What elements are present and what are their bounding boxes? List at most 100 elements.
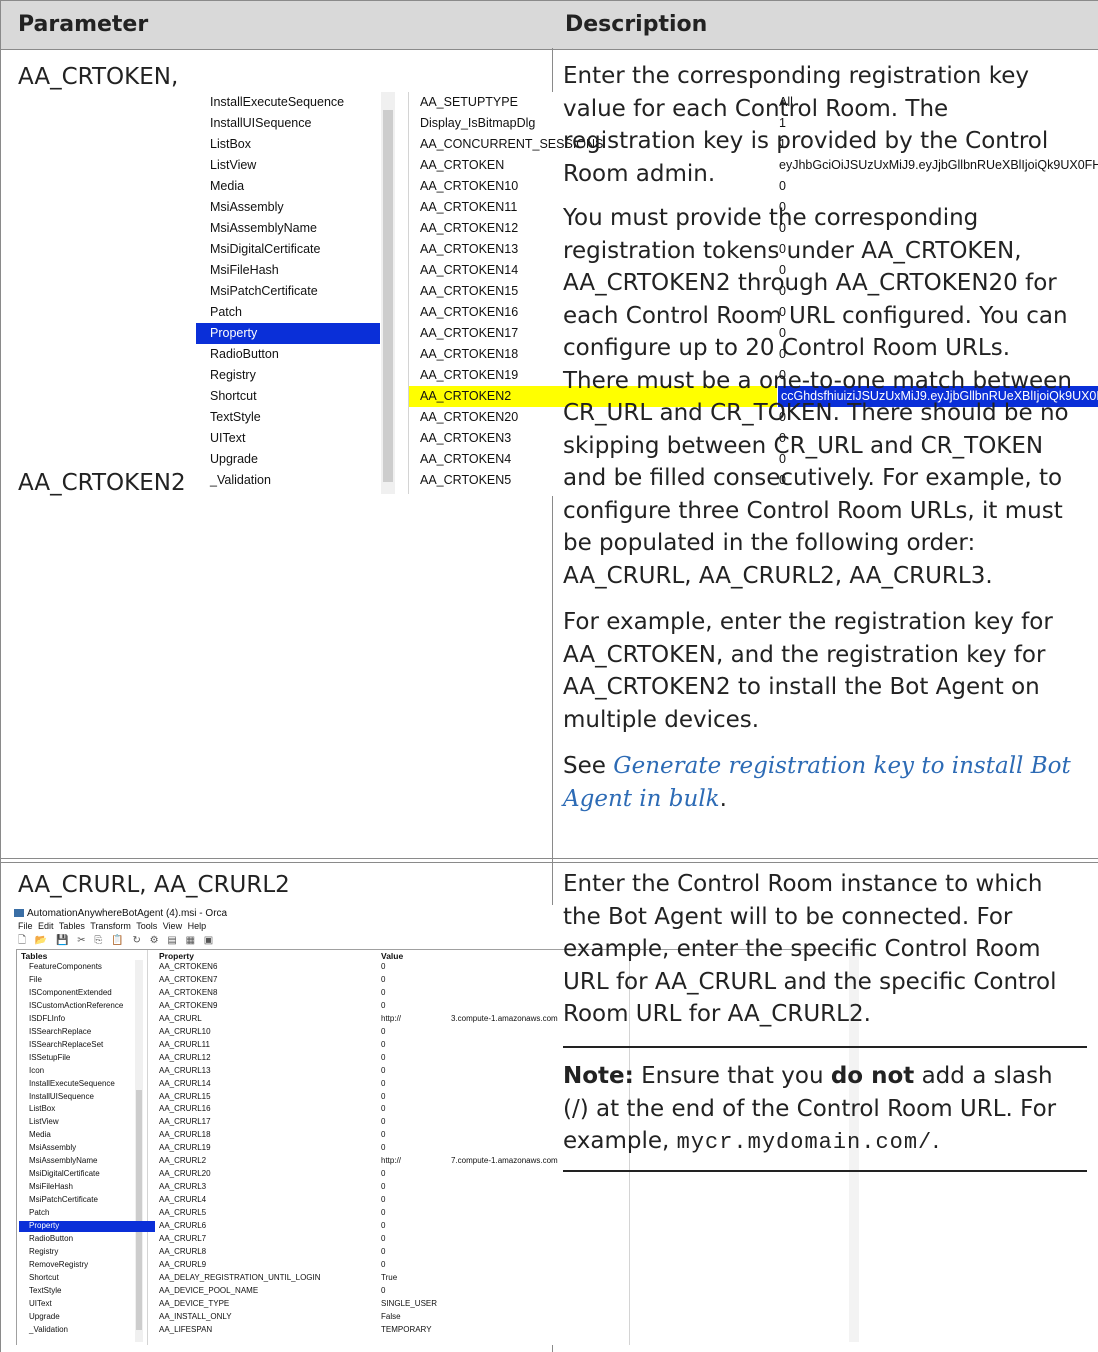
table-item[interactable]: Property: [19, 1221, 155, 1232]
property-name: AA_LIFESPAN: [159, 1324, 213, 1334]
table-item[interactable]: _Validation: [196, 470, 380, 491]
registration-key-link[interactable]: Generate registration key to install Bot…: [563, 753, 1071, 812]
property-value: 0: [381, 1000, 386, 1010]
property-name: AA_CRURL14: [159, 1078, 211, 1088]
table-item[interactable]: MsiDigitalCertificate: [19, 1169, 155, 1180]
table-item[interactable]: UIText: [196, 428, 380, 449]
property-name: AA_CRTOKEN6: [159, 962, 218, 971]
property-row[interactable]: AA_LIFESPAN TEMPORARY: [159, 1325, 859, 1336]
toolbar-icons[interactable]: 🗋 📂 💾 ✂ ⎘ 📋 ↻ ⚙ ▤ ▦ ▣: [18, 933, 216, 947]
desc-paragraph-1: Enter the corresponding registration key…: [563, 63, 1049, 187]
table-item[interactable]: TextStyle: [19, 1286, 155, 1297]
table-item[interactable]: File: [19, 975, 155, 986]
property-name: AA_CRTOKEN3: [420, 431, 512, 445]
property-value-host: 3.compute-1.amazonaws.com: [451, 1013, 558, 1023]
table-item[interactable]: RadioButton: [19, 1234, 155, 1245]
property-value: 0: [381, 1169, 386, 1179]
table-item[interactable]: Media: [19, 1130, 155, 1141]
table-item[interactable]: MsiAssemblyName: [196, 218, 380, 239]
property-name: AA_CRTOKEN5: [420, 473, 512, 487]
property-name: AA_CRURL13: [159, 1065, 211, 1075]
param-aa-crtoken: AA_CRTOKEN,: [18, 64, 179, 90]
property-row[interactable]: AA_CRURL4 0: [159, 1195, 859, 1206]
property-name: AA_CRTOKEN11: [420, 200, 518, 214]
table-item[interactable]: UIText: [19, 1299, 155, 1310]
table-item[interactable]: ListBox: [19, 1104, 155, 1115]
table-item[interactable]: ISCustomActionReference: [19, 1001, 155, 1012]
property-name: AA_CRURL3: [159, 1182, 207, 1192]
property-value-host: 7.compute-1.amazonaws.com: [451, 1156, 558, 1166]
property-value: 0: [381, 1195, 386, 1205]
property-value: 0: [381, 1221, 386, 1230]
desc-crurl-paragraph: Enter the Control Room instance to which…: [563, 871, 1057, 1027]
property-name: AA_CRURL15: [159, 1091, 211, 1101]
table-item[interactable]: MsiPatchCertificate: [196, 281, 380, 302]
table-item[interactable]: Property: [196, 323, 380, 344]
table-item[interactable]: MsiAssembly: [19, 1143, 155, 1154]
property-value: 0: [381, 1052, 386, 1062]
property-name: AA_INSTALL_ONLY: [159, 1311, 232, 1321]
property-name: AA_CRTOKEN18: [420, 347, 519, 361]
table-item[interactable]: MsiFileHash: [19, 1182, 155, 1193]
table-item[interactable]: ISSearchReplaceSet: [19, 1040, 155, 1051]
property-value: SINGLE_USER: [381, 1298, 438, 1308]
table-item[interactable]: ListView: [196, 155, 380, 176]
property-name: AA_CRURL11: [159, 1039, 210, 1049]
property-value: 0: [381, 1259, 386, 1269]
table-item[interactable]: Media: [196, 176, 380, 197]
property-name: AA_CRURL9: [159, 1259, 207, 1269]
property-row[interactable]: AA_CRURL3 0: [159, 1182, 859, 1193]
table-item[interactable]: InstallUISequence: [196, 113, 380, 134]
table-item[interactable]: MsiDigitalCertificate: [196, 239, 380, 260]
table-item[interactable]: MsiAssemblyName: [19, 1156, 155, 1167]
property-row[interactable]: AA_CRURL7 0: [159, 1234, 859, 1245]
table-item[interactable]: RemoveRegistry: [19, 1260, 155, 1271]
table-item[interactable]: MsiPatchCertificate: [19, 1195, 155, 1206]
property-name: AA_CRTOKEN10: [420, 179, 519, 193]
description-crurl: Enter the Control Room instance to which…: [563, 868, 1083, 1031]
table-item[interactable]: Shortcut: [19, 1273, 155, 1284]
table-item[interactable]: Patch: [196, 302, 380, 323]
table-item[interactable]: TextStyle: [196, 407, 380, 428]
property-row[interactable]: AA_CRURL9 0: [159, 1260, 859, 1271]
table-item[interactable]: ListBox: [196, 134, 380, 155]
desc-paragraph-2: You must provide the corresponding regis…: [563, 205, 1072, 589]
table-item[interactable]: InstallExecuteSequence: [196, 92, 380, 113]
property-row[interactable]: AA_DEVICE_POOL_NAME 0: [159, 1286, 859, 1297]
table-item[interactable]: MsiFileHash: [196, 260, 380, 281]
property-value: http://: [381, 1013, 402, 1023]
property-row[interactable]: AA_INSTALL_ONLY False: [159, 1312, 859, 1323]
property-name: AA_CRTOKEN17: [420, 326, 519, 340]
table-item[interactable]: Icon: [19, 1066, 155, 1077]
table-item[interactable]: ISSearchReplace: [19, 1027, 155, 1038]
menu-bar[interactable]: File Edit Tables Transform Tools View He…: [18, 921, 206, 931]
table-item[interactable]: FeatureComponents: [19, 962, 155, 973]
property-value: http://: [381, 1156, 402, 1166]
property-name: AA_CRURL20: [159, 1169, 211, 1179]
table-item[interactable]: InstallExecuteSequence: [19, 1079, 155, 1090]
see-prefix: See: [563, 753, 614, 779]
table-item[interactable]: Registry: [196, 365, 380, 386]
property-row[interactable]: AA_CRURL8 0: [159, 1247, 859, 1258]
table-item[interactable]: ISDFLInfo: [19, 1014, 155, 1025]
property-row[interactable]: AA_DEVICE_TYPE SINGLE_USER: [159, 1299, 859, 1310]
property-row[interactable]: AA_DELAY_REGISTRATION_UNTIL_LOGIN True: [159, 1273, 859, 1284]
table-item[interactable]: Upgrade: [19, 1312, 155, 1323]
property-name: AA_CRURL4: [159, 1195, 207, 1205]
property-row[interactable]: AA_CRURL6 0: [159, 1221, 859, 1232]
table-item[interactable]: ISSetupFile: [19, 1053, 155, 1064]
table-item[interactable]: Registry: [19, 1247, 155, 1258]
table-item[interactable]: Patch: [19, 1208, 155, 1219]
row-divider-2: [0, 862, 1098, 863]
property-row[interactable]: AA_CRURL5 0: [159, 1208, 859, 1219]
table-item[interactable]: _Validation: [19, 1325, 155, 1336]
table-item[interactable]: InstallUISequence: [19, 1092, 155, 1103]
table-item[interactable]: ISComponentExtended: [19, 988, 155, 999]
table-item[interactable]: ListView: [19, 1117, 155, 1128]
property-name: AA_CRURL7: [159, 1233, 207, 1243]
table-item[interactable]: RadioButton: [196, 344, 380, 365]
table-item[interactable]: MsiAssembly: [196, 197, 380, 218]
table-item[interactable]: Upgrade: [196, 449, 380, 470]
property-row[interactable]: AA_CRURL11 0: [159, 1040, 859, 1051]
table-item[interactable]: Shortcut: [196, 386, 380, 407]
